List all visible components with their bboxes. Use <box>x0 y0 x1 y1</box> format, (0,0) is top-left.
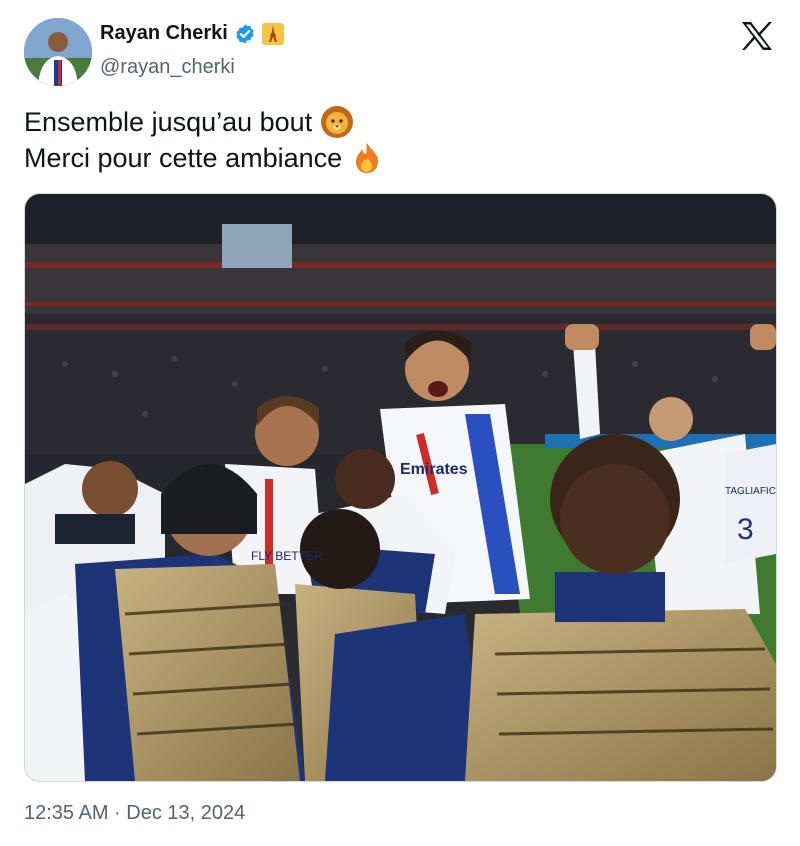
photo-fly-better-text: FLY BETTER <box>251 549 323 563</box>
tweet-photo[interactable]: Emirates FLY BETTER TAGLIAFICO 3 <box>24 193 777 782</box>
fire-emoji <box>356 143 379 173</box>
verified-badge-icon <box>236 23 254 44</box>
photo-sponsor-text: Emirates <box>400 461 468 478</box>
eiffel-tower-emoji <box>261 22 284 45</box>
tweet-card: Rayan Cherki @rayan_cherki Ensemble jusq… <box>0 0 800 846</box>
author-display-name[interactable]: Rayan Cherki <box>100 22 228 45</box>
tweet-timestamp[interactable]: 12:35 AM · Dec 13, 2024 <box>24 802 245 825</box>
tweet-line-1: Ensemble jusqu’au bout <box>24 107 313 137</box>
lion-face-emoji <box>321 106 354 138</box>
profile-avatar[interactable] <box>24 18 92 86</box>
photo-shirt-name: TAGLIAFICO <box>725 486 776 497</box>
tweet-line: Merci pour cette ambiance <box>24 140 384 176</box>
author-name-row: Rayan Cherki <box>100 22 284 45</box>
tweet-line: Ensemble jusqu’au bout <box>24 104 384 140</box>
tweet-text: Ensemble jusqu’au bout Merci pour cette … <box>24 104 384 176</box>
tweet-line-2: Merci pour cette ambiance <box>24 143 343 173</box>
x-logo-icon[interactable] <box>740 20 774 52</box>
author-handle[interactable]: @rayan_cherki <box>100 56 235 79</box>
photo-shirt-number: 3 <box>737 513 754 546</box>
